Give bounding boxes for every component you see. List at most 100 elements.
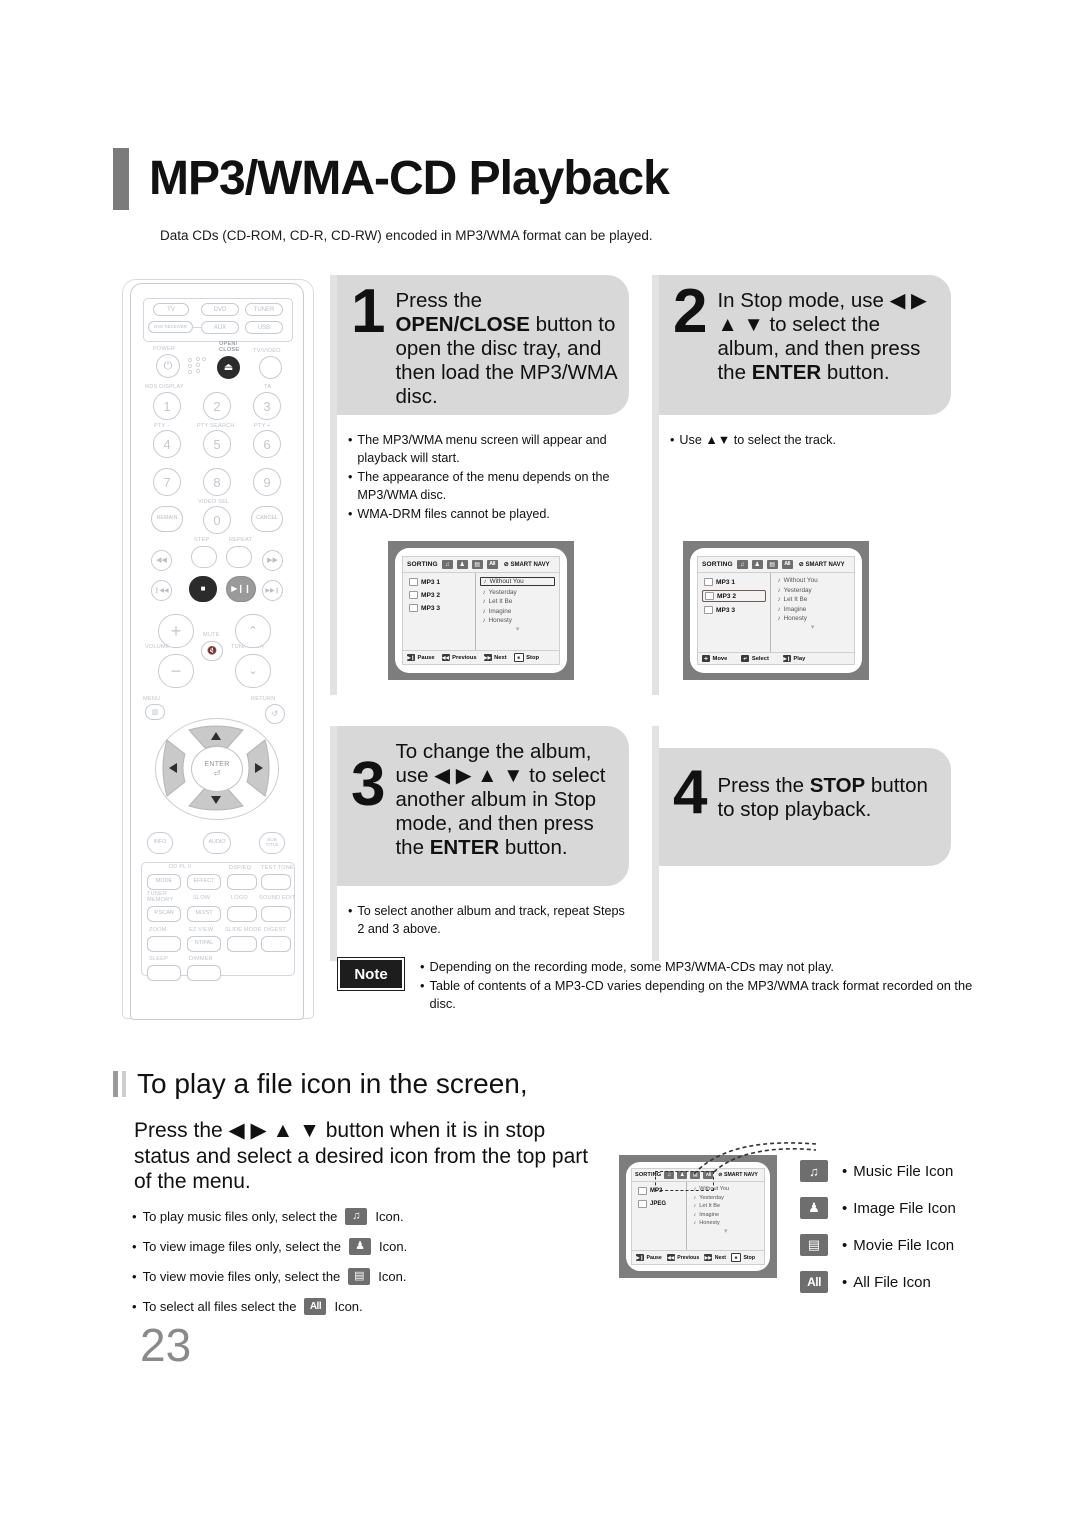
remote-button-cancel[interactable]: CANCEL: [251, 506, 283, 532]
footer-action[interactable]: ◀◀ Previous: [441, 654, 477, 661]
list-item[interactable]: ♪ Honesty: [691, 1220, 760, 1226]
list-item[interactable]: ♪ Honesty: [775, 615, 850, 622]
remote-button-sleep[interactable]: [147, 965, 181, 981]
remote-button-open-close[interactable]: ⏏: [217, 356, 240, 379]
remote-button-2[interactable]: 2: [203, 392, 231, 420]
music-note-icon[interactable]: ♫: [441, 560, 453, 569]
all-icon[interactable]: All: [486, 560, 498, 569]
remote-button-fast-forward[interactable]: ▶▶: [262, 550, 283, 571]
list-item[interactable]: ♪ Yesterday: [691, 1195, 760, 1201]
footer-action[interactable]: ▶❙ Pause: [407, 654, 435, 661]
remote-button-test-tone[interactable]: [261, 874, 291, 890]
film-icon[interactable]: ▤: [471, 560, 483, 569]
remote-button-enter[interactable]: ENTER ⏎: [191, 746, 243, 792]
list-item[interactable]: MP3 1: [702, 577, 766, 587]
remote-button-next-track[interactable]: ▶▶❙: [262, 580, 283, 601]
all-icon[interactable]: All: [781, 560, 793, 569]
remote-button-9[interactable]: 9: [253, 468, 281, 496]
remote-button-tv[interactable]: TV: [153, 303, 189, 316]
footer-action[interactable]: ▶❙ Pause: [636, 1254, 662, 1261]
remote-button-dvd-receiver[interactable]: DVD RECEIVER: [148, 321, 193, 333]
remote-button-mo-st[interactable]: MO/ST: [187, 906, 221, 922]
remote-button-stop[interactable]: ■: [189, 576, 217, 602]
list-item[interactable]: ♪ Let It Be: [775, 596, 850, 603]
remote-button-4[interactable]: 4: [153, 430, 181, 458]
list-item[interactable]: ♪ Yesterday: [480, 589, 555, 596]
remote-button-sound-edit[interactable]: [261, 906, 291, 922]
remote-button-power[interactable]: ⏻: [156, 354, 180, 378]
footer-action[interactable]: ■ Stop: [730, 1253, 755, 1262]
scroll-down-arrow[interactable]: ▾: [775, 624, 850, 631]
footer-action[interactable]: ◀◀ Previous: [666, 1254, 699, 1261]
all-icon[interactable]: All: [304, 1298, 327, 1315]
person-icon[interactable]: ♟: [349, 1238, 372, 1255]
remote-button-8[interactable]: 8: [203, 468, 231, 496]
track-label: Yesterday: [488, 588, 517, 596]
remote-button-repeat[interactable]: [226, 546, 252, 568]
list-item[interactable]: ♪ Without You: [480, 577, 555, 586]
footer-action[interactable]: ▶▶ Next: [704, 1254, 726, 1261]
remote-button-5[interactable]: 5: [203, 430, 231, 458]
remote-button-effect[interactable]: EFFECT: [187, 874, 221, 890]
remote-button-0[interactable]: 0: [203, 506, 231, 534]
remote-button-volume-up[interactable]: +: [158, 614, 194, 648]
remote-button-aux[interactable]: AUX: [201, 321, 239, 334]
remote-button-info[interactable]: INFO: [147, 832, 173, 854]
remote-button-tv-video[interactable]: [259, 356, 282, 379]
remote-button-remain[interactable]: REMAIN: [151, 506, 183, 532]
remote-button-previous-track[interactable]: ❙◀◀: [151, 580, 172, 601]
remote-button-3[interactable]: 3: [253, 392, 281, 420]
person-icon[interactable]: ♟: [456, 560, 468, 569]
list-item[interactable]: ♪ Imagine: [691, 1212, 760, 1218]
list-item[interactable]: MP3 3: [702, 605, 766, 615]
remote-button-tuner[interactable]: TUNER: [245, 303, 283, 316]
remote-button-zoom[interactable]: [147, 936, 181, 952]
list-item[interactable]: MP3 1: [407, 577, 471, 587]
remote-button-step[interactable]: [191, 546, 217, 568]
remote-button-play-pause[interactable]: ▶❙❙: [226, 576, 256, 602]
remote-button-tuning-down[interactable]: ⌄: [235, 654, 271, 688]
footer-action[interactable]: ▶❙ Play: [782, 655, 805, 662]
scroll-down-arrow[interactable]: ▾: [480, 626, 555, 633]
remote-button-dvd[interactable]: DVD: [201, 303, 239, 316]
list-item[interactable]: ♪ Imagine: [775, 606, 850, 613]
scroll-down-arrow[interactable]: ▾: [691, 1228, 760, 1235]
list-item[interactable]: ♪ Honesty: [480, 617, 555, 624]
remote-button-7[interactable]: 7: [153, 468, 181, 496]
list-item[interactable]: JPEG: [636, 1199, 682, 1209]
list-item[interactable]: MP3 3: [407, 603, 471, 613]
footer-action[interactable]: ✛ Move: [702, 655, 727, 662]
remote-button-audio[interactable]: AUDIO: [203, 832, 231, 854]
music-note-icon[interactable]: ♫: [736, 560, 748, 569]
music-note-icon[interactable]: ♫: [345, 1208, 368, 1225]
remote-button-rewind[interactable]: ◀◀: [151, 550, 172, 571]
remote-button-6[interactable]: 6: [253, 430, 281, 458]
list-item[interactable]: ♪ Without You: [775, 577, 850, 584]
footer-action[interactable]: ▶▶ Next: [483, 654, 507, 661]
film-icon[interactable]: ▤: [348, 1268, 371, 1285]
remote-button-mode[interactable]: MODE: [147, 874, 181, 890]
list-item[interactable]: MP3 2: [407, 590, 471, 600]
remote-button-1[interactable]: 1: [153, 392, 181, 420]
remote-button-p-scan[interactable]: P.SCAN: [147, 906, 181, 922]
remote-button-logo[interactable]: [227, 906, 257, 922]
remote-button-tuning-up[interactable]: ⌃: [235, 614, 271, 648]
list-item-selected[interactable]: MP3 2: [702, 590, 767, 602]
remote-button-nt-pal[interactable]: NT/PAL: [187, 936, 221, 952]
remote-button-mute[interactable]: 🔇: [201, 641, 223, 661]
remote-button-subtitle[interactable]: SUB TITLE: [259, 832, 285, 854]
list-item[interactable]: ♪ Imagine: [480, 608, 555, 615]
remote-button-volume-down[interactable]: −: [158, 654, 194, 688]
person-icon[interactable]: ♟: [751, 560, 763, 569]
remote-button-dimmer[interactable]: [187, 965, 221, 981]
remote-button-digest[interactable]: [261, 936, 291, 952]
remote-button-dsp-eq[interactable]: [227, 874, 257, 890]
list-item[interactable]: ♪ Let It Be: [691, 1203, 760, 1209]
remote-button-usb[interactable]: USB: [245, 321, 283, 334]
list-item[interactable]: ♪ Yesterday: [775, 587, 850, 594]
footer-action[interactable]: ■ Stop: [513, 653, 539, 662]
footer-action[interactable]: ↵ Select: [741, 655, 769, 662]
remote-button-slide-mode[interactable]: [227, 936, 257, 952]
list-item[interactable]: ♪ Let It Be: [480, 598, 555, 605]
film-icon[interactable]: ▤: [766, 560, 778, 569]
